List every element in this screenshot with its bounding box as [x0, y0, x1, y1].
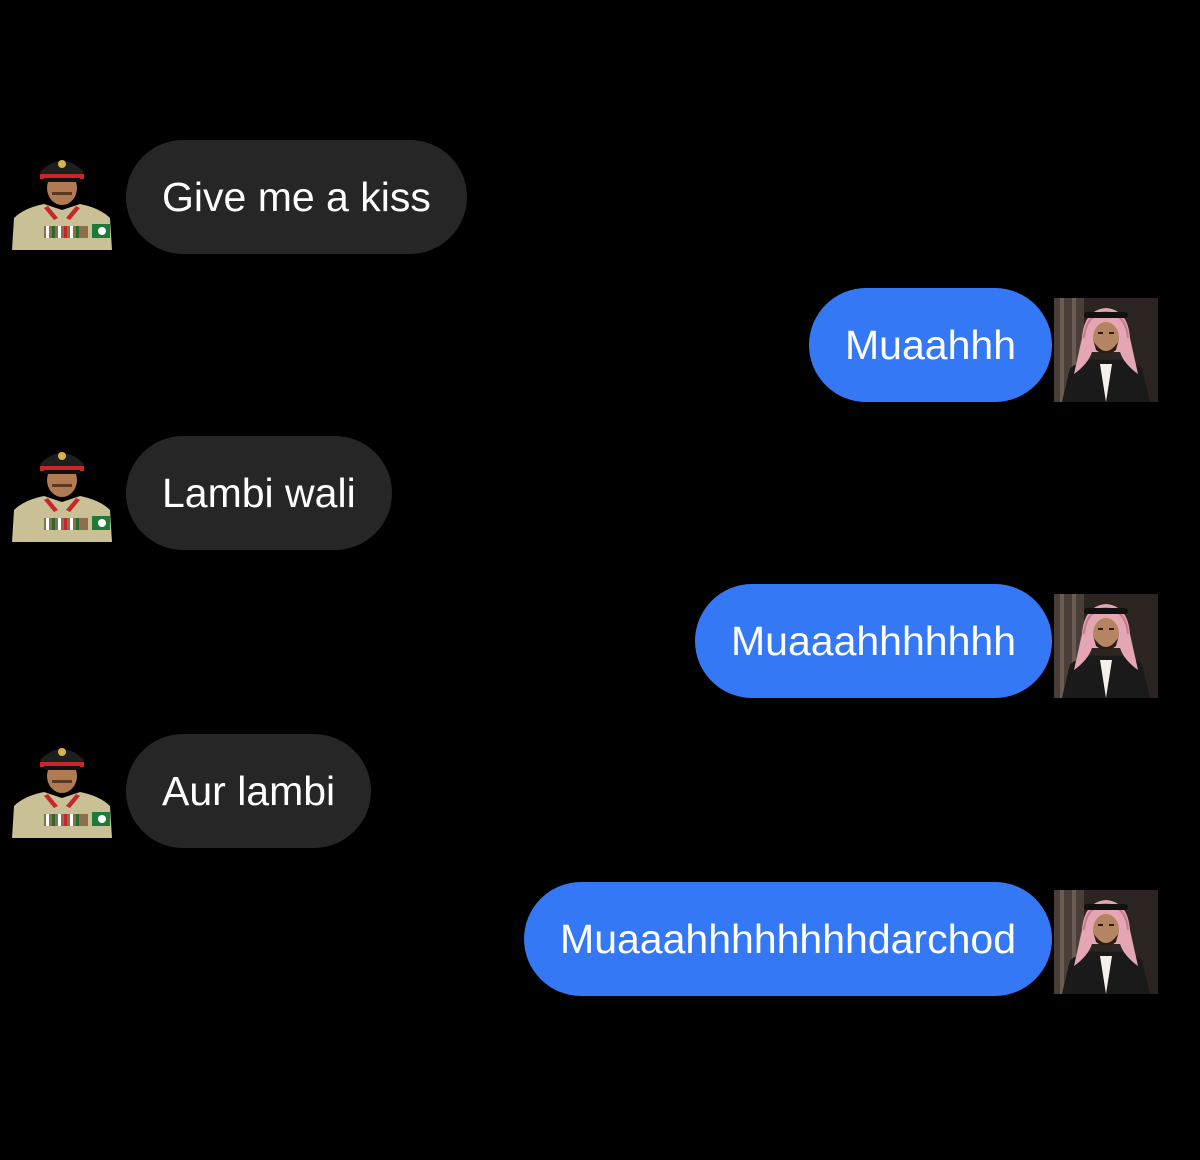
keffiyeh-man-avatar[interactable] [1054, 298, 1158, 402]
keffiyeh-man-avatar[interactable] [1054, 594, 1158, 698]
military-officer-avatar[interactable] [10, 146, 114, 250]
outgoing-message-bubble[interactable]: Muaaahhhhhhh [695, 584, 1052, 698]
keffiyeh-man-avatar[interactable] [1054, 890, 1158, 994]
military-officer-avatar[interactable] [10, 438, 114, 542]
military-officer-avatar[interactable] [10, 734, 114, 838]
incoming-message-bubble[interactable]: Give me a kiss [126, 140, 467, 254]
message-thread: Give me a kiss Muaahhh Lambi wali Muaaah… [0, 0, 1200, 1160]
outgoing-message-bubble[interactable]: Muaahhh [809, 288, 1052, 402]
incoming-message-bubble[interactable]: Lambi wali [126, 436, 392, 550]
incoming-message-bubble[interactable]: Aur lambi [126, 734, 372, 848]
outgoing-message-bubble[interactable]: Muaaahhhhhhhhdarchod [524, 882, 1052, 996]
